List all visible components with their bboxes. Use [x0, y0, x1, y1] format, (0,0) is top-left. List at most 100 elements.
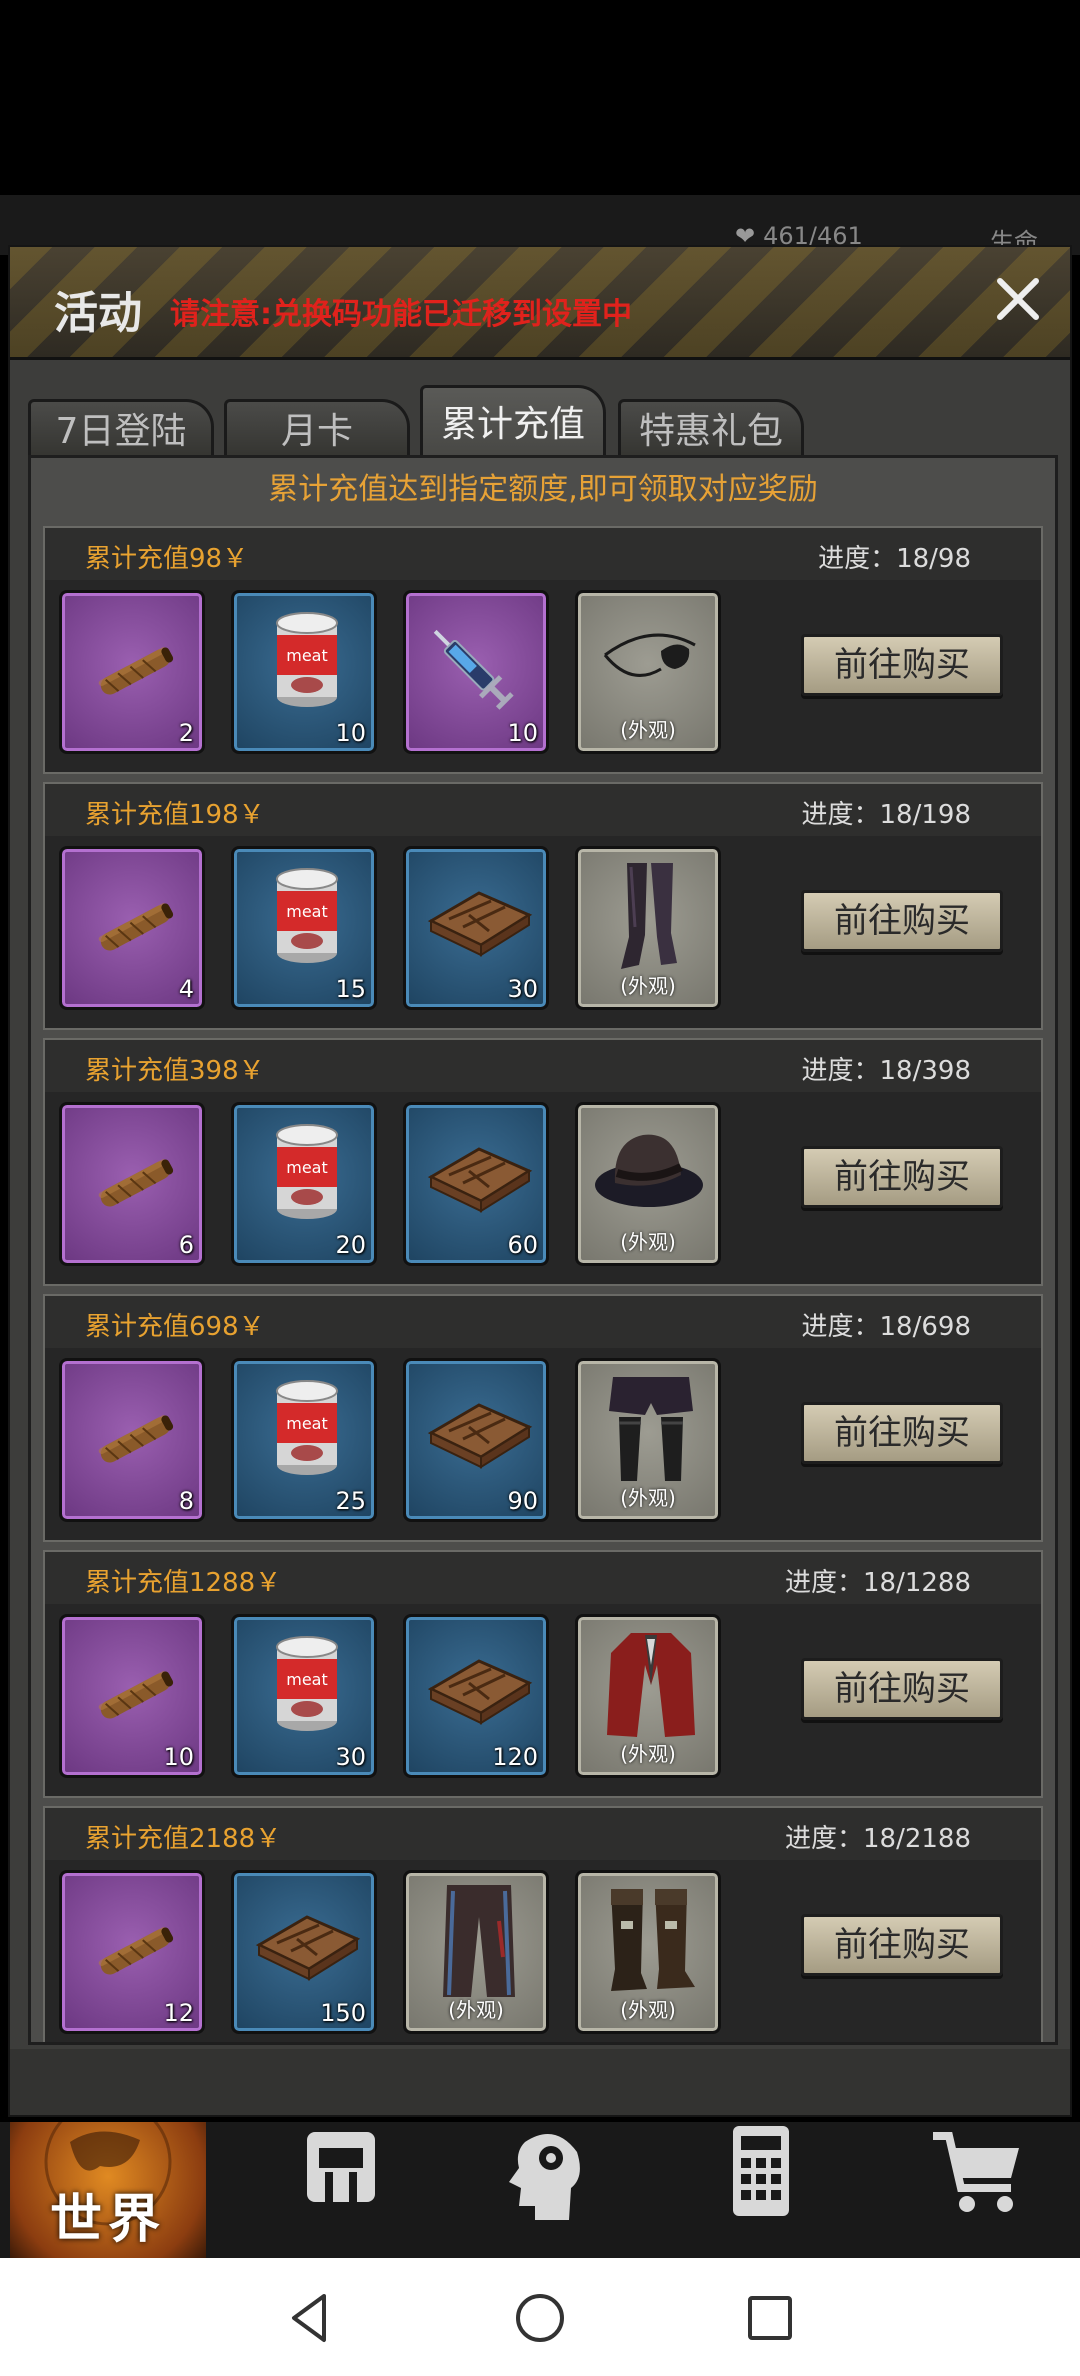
reward-item-cigar[interactable]: 2	[59, 590, 205, 754]
wood-crate-icon	[419, 857, 539, 977]
meat-can-icon: meat	[247, 1369, 367, 1489]
reward-item-wood-crate[interactable]: 30	[403, 846, 549, 1010]
reward-item-wood-crate[interactable]: 150	[231, 1870, 377, 2034]
reward-item-shorts-stockings[interactable]: (外观)	[575, 1358, 721, 1522]
dialog-title: 活动	[54, 288, 142, 339]
reward-item-cigar[interactable]: 6	[59, 1102, 205, 1266]
tier-title: 累计充值198￥	[85, 800, 265, 830]
meat-can-icon: meat	[247, 601, 367, 721]
dialog-footer	[10, 2049, 1070, 2115]
nav-backpack[interactable]	[246, 2122, 436, 2258]
recharge-list[interactable]: 累计充值达到指定额度,即可领取对应奖励 累计充值98￥ 进度：18/98 2 meat…	[28, 455, 1058, 2045]
reward-item-meat-can[interactable]: meat 20	[231, 1102, 377, 1266]
hat-icon	[591, 1113, 711, 1233]
item-count: 30	[507, 975, 538, 1003]
reward-item-meat-can[interactable]: meat 25	[231, 1358, 377, 1522]
skin-tag: (外观)	[620, 1230, 676, 1254]
reward-item-meat-can[interactable]: meat 15	[231, 846, 377, 1010]
home-icon	[516, 2294, 564, 2342]
reward-item-wood-crate[interactable]: 90	[403, 1358, 549, 1522]
nav-crafting[interactable]	[666, 2122, 856, 2258]
tier-title: 累计充值98￥	[85, 544, 249, 574]
recents-button[interactable]	[740, 2288, 800, 2348]
cigar-icon	[75, 601, 195, 721]
wood-crate-icon	[419, 1113, 539, 1233]
reward-item-red-coat[interactable]: (外观)	[575, 1614, 721, 1778]
nav-world[interactable]: 世界	[10, 2122, 206, 2258]
item-count: 25	[335, 1487, 366, 1515]
recharge-tier-card: 累计充值2188￥ 进度：18/2188 12 150 (外观) (外观) 前往购买	[43, 1806, 1043, 2042]
meat-can-icon: meat	[247, 1625, 367, 1745]
svg-text:meat: meat	[286, 1414, 328, 1433]
notice-text: 请注意:兑换码功能已迁移到设置中	[170, 297, 632, 332]
tier-progress: 进度：18/398	[801, 1056, 971, 1086]
item-count: 12	[163, 1999, 194, 2027]
skin-tag: (外观)	[620, 974, 676, 998]
reward-item-cigar[interactable]: 4	[59, 846, 205, 1010]
tab-cumulative-recharge[interactable]: 累计充值	[420, 385, 606, 463]
tier-progress: 进度：18/198	[801, 800, 971, 830]
tab-7day-login[interactable]: 7日登陆	[28, 399, 214, 461]
recharge-tier-card: 累计充值698￥ 进度：18/698 8 meat 25 90 (外观) 前往购买	[43, 1294, 1043, 1542]
tab-special-pack[interactable]: 特惠礼包	[618, 399, 804, 461]
nav-world-label: 世界	[49, 2190, 166, 2250]
reward-item-meat-can[interactable]: meat 10	[231, 590, 377, 754]
cart-icon	[933, 2132, 1019, 2212]
back-button[interactable]	[280, 2288, 340, 2348]
tier-progress: 进度：18/98	[818, 544, 971, 574]
nav-skills[interactable]	[450, 2122, 640, 2258]
item-count: 15	[335, 975, 366, 1003]
reward-item-thigh-boots[interactable]: (外观)	[575, 846, 721, 1010]
home-button[interactable]	[510, 2288, 570, 2348]
reward-item-hat[interactable]: (外观)	[575, 1102, 721, 1266]
reward-item-meat-can[interactable]: meat 30	[231, 1614, 377, 1778]
item-count: 150	[320, 1999, 366, 2027]
reward-item-wood-crate[interactable]: 120	[403, 1614, 549, 1778]
cigar-icon	[75, 1113, 195, 1233]
go-purchase-button[interactable]: 前往购买	[801, 1914, 1003, 1976]
reward-item-eyepatch[interactable]: (外观)	[575, 590, 721, 754]
item-count: 10	[507, 719, 538, 747]
reward-item-cigar[interactable]: 10	[59, 1614, 205, 1778]
reward-item-cigar[interactable]: 12	[59, 1870, 205, 2034]
go-purchase-button[interactable]: 前往购买	[801, 1658, 1003, 1720]
cigar-icon	[75, 1881, 195, 2001]
close-icon	[997, 278, 1039, 320]
thigh-boots-icon	[591, 857, 711, 977]
meat-can-icon: meat	[247, 1113, 367, 1233]
go-purchase-button[interactable]: 前往购买	[801, 1402, 1003, 1464]
svg-text:meat: meat	[286, 1158, 328, 1177]
calculator-icon	[733, 2126, 789, 2216]
recharge-tier-card: 累计充值98￥ 进度：18/98 2 meat 10 10 (外观) 前往购买	[43, 526, 1043, 774]
item-count: 2	[178, 719, 194, 747]
recharge-tier-card: 累计充值198￥ 进度：18/198 4 meat 15 30 (外观) 前往购买	[43, 782, 1043, 1030]
go-purchase-button[interactable]: 前往购买	[801, 890, 1003, 952]
nav-shop[interactable]	[882, 2122, 1072, 2258]
item-count: 30	[335, 1743, 366, 1771]
reward-item-buckle-boots[interactable]: (外观)	[575, 1870, 721, 2034]
reward-item-wood-crate[interactable]: 60	[403, 1102, 549, 1266]
eyepatch-icon	[591, 601, 711, 721]
close-button[interactable]	[988, 269, 1048, 329]
item-count: 60	[507, 1231, 538, 1259]
system-nav-bar	[0, 2258, 1080, 2376]
reward-item-trousers[interactable]: (外观)	[403, 1870, 549, 2034]
go-purchase-button[interactable]: 前往购买	[801, 1146, 1003, 1208]
bottom-nav: 世界	[0, 2122, 1080, 2258]
reward-item-cigar[interactable]: 8	[59, 1358, 205, 1522]
skin-tag: (外观)	[620, 1742, 676, 1766]
wood-crate-icon	[247, 1881, 367, 2001]
tab-monthly-card[interactable]: 月卡	[224, 399, 410, 461]
item-count: 6	[178, 1231, 194, 1259]
tier-title: 累计充值2188￥	[85, 1824, 282, 1854]
reward-item-syringe[interactable]: 10	[403, 590, 549, 754]
item-count: 4	[178, 975, 194, 1003]
cigar-icon	[75, 857, 195, 977]
skin-tag: (外观)	[448, 1998, 504, 2022]
skin-tag: (外观)	[620, 1486, 676, 1510]
item-count: 90	[507, 1487, 538, 1515]
svg-text:meat: meat	[286, 646, 328, 665]
cigar-icon	[75, 1369, 195, 1489]
item-count: 120	[492, 1743, 538, 1771]
go-purchase-button[interactable]: 前往购买	[801, 634, 1003, 696]
